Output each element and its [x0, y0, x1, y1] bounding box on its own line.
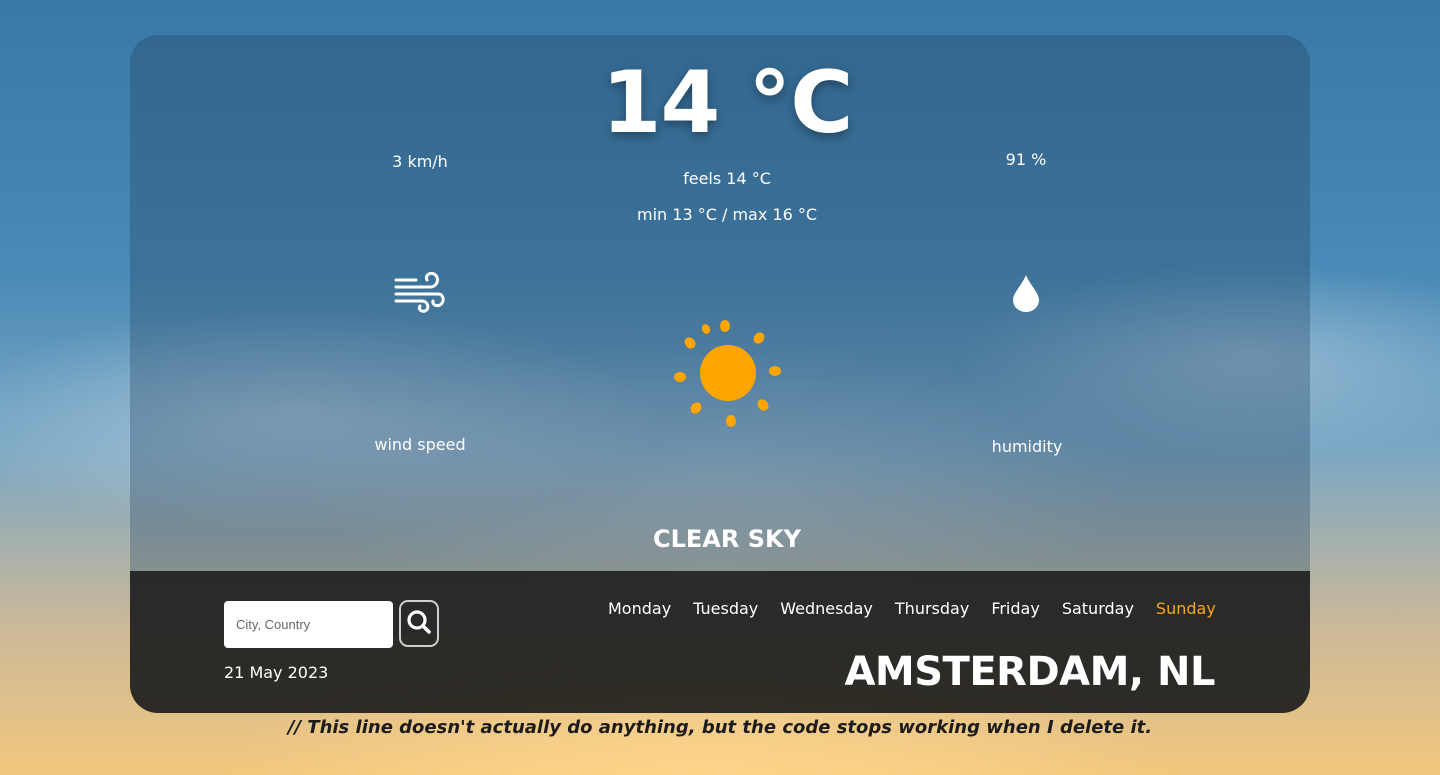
city-search-input[interactable] — [224, 601, 393, 648]
sun-icon — [670, 315, 786, 431]
humidity-drop-icon — [1011, 273, 1041, 313]
wind-icon — [394, 271, 446, 313]
wind-speed-label: wind speed — [374, 435, 466, 454]
tab-monday[interactable]: Monday — [608, 599, 671, 618]
humidity-label: humidity — [991, 437, 1063, 456]
tab-thursday[interactable]: Thursday — [895, 599, 969, 618]
current-date: 21 May 2023 — [224, 663, 329, 682]
temperature: 14 °C — [601, 53, 854, 153]
wind-speed-value: 3 km/h — [392, 152, 448, 171]
search-button[interactable] — [399, 600, 439, 647]
tab-tuesday[interactable]: Tuesday — [693, 599, 758, 618]
tab-friday[interactable]: Friday — [991, 599, 1040, 618]
search-icon — [406, 609, 432, 638]
min-max-temperature: min 13 °C / max 16 °C — [637, 205, 817, 224]
humidity-value: 91 % — [1005, 150, 1047, 169]
footer-note: // This line doesn't actually do anythin… — [287, 717, 1153, 738]
tab-saturday[interactable]: Saturday — [1062, 599, 1134, 618]
weather-description: CLEAR SKY — [653, 525, 801, 553]
tab-wednesday[interactable]: Wednesday — [780, 599, 873, 618]
day-tabs: Monday Tuesday Wednesday Thursday Friday… — [608, 599, 1216, 618]
city-name: AMSTERDAM, NL — [844, 649, 1215, 695]
weather-card: 14 °C feels 14 °C min 13 °C / max 16 °C … — [130, 35, 1310, 713]
bottom-bar: 21 May 2023 Monday Tuesday Wednesday Thu… — [130, 571, 1310, 713]
feels-like: feels 14 °C — [683, 169, 771, 188]
tab-sunday[interactable]: Sunday — [1156, 599, 1216, 618]
